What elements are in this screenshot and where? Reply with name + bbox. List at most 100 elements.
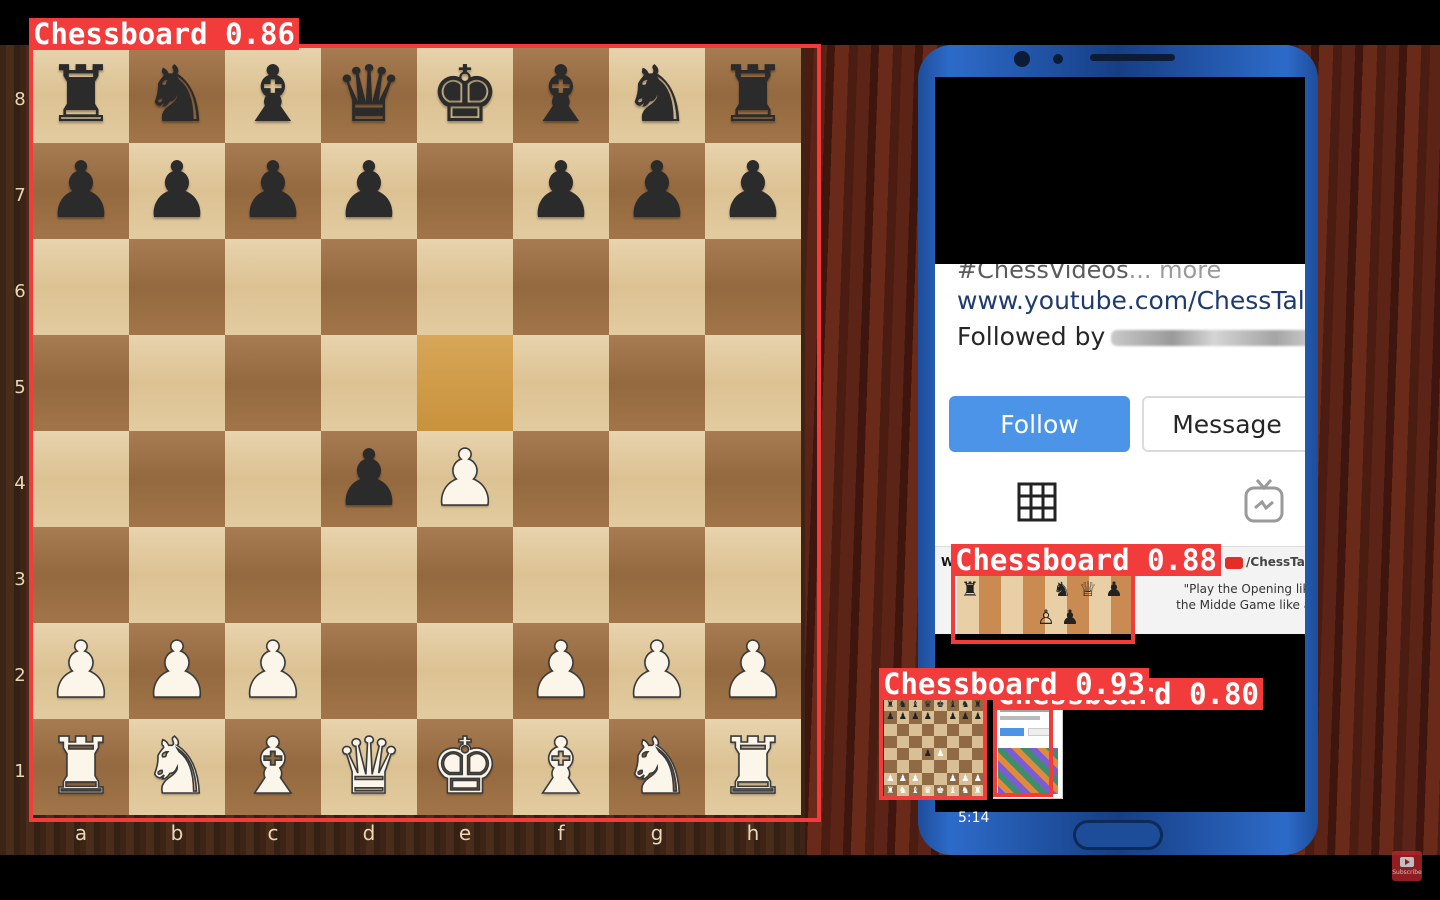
square-a8[interactable]: ♜ xyxy=(33,47,129,143)
square-e7[interactable] xyxy=(417,143,513,239)
white-rook-icon[interactable]: ♜ xyxy=(45,727,117,807)
square-b3[interactable] xyxy=(129,527,225,623)
white-queen-icon[interactable]: ♛ xyxy=(333,727,405,807)
black-pawn-icon[interactable]: ♟ xyxy=(334,152,404,230)
white-bishop-icon[interactable]: ♝ xyxy=(237,727,309,807)
black-rook-icon[interactable]: ♜ xyxy=(718,56,788,134)
white-pawn-icon[interactable]: ♟ xyxy=(525,631,597,711)
black-pawn-icon[interactable]: ♟ xyxy=(334,440,404,518)
square-g7[interactable]: ♟ xyxy=(609,143,705,239)
square-g2[interactable]: ♟ xyxy=(609,623,705,719)
square-g3[interactable] xyxy=(609,527,705,623)
square-b4[interactable] xyxy=(129,431,225,527)
square-g6[interactable] xyxy=(609,239,705,335)
grid-icon[interactable] xyxy=(1017,482,1057,522)
square-a6[interactable] xyxy=(33,239,129,335)
black-pawn-icon[interactable]: ♟ xyxy=(46,152,116,230)
black-bishop-icon[interactable]: ♝ xyxy=(238,56,308,134)
square-h8[interactable]: ♜ xyxy=(705,47,801,143)
white-pawn-icon[interactable]: ♟ xyxy=(621,631,693,711)
square-c6[interactable] xyxy=(225,239,321,335)
black-queen-icon[interactable]: ♛ xyxy=(334,56,404,134)
black-pawn-icon[interactable]: ♟ xyxy=(526,152,596,230)
square-e2[interactable] xyxy=(417,623,513,719)
igtv-icon[interactable] xyxy=(1243,478,1285,524)
square-d6[interactable] xyxy=(321,239,417,335)
square-a1[interactable]: ♜ xyxy=(33,719,129,815)
square-e1[interactable]: ♚ xyxy=(417,719,513,815)
square-a4[interactable] xyxy=(33,431,129,527)
black-bishop-icon[interactable]: ♝ xyxy=(526,56,596,134)
square-a3[interactable] xyxy=(33,527,129,623)
square-f2[interactable]: ♟ xyxy=(513,623,609,719)
square-h1[interactable]: ♜ xyxy=(705,719,801,815)
square-d7[interactable]: ♟ xyxy=(321,143,417,239)
square-e4[interactable]: ♟ xyxy=(417,431,513,527)
square-h6[interactable] xyxy=(705,239,801,335)
square-e3[interactable] xyxy=(417,527,513,623)
white-knight-icon[interactable]: ♞ xyxy=(141,727,213,807)
mini-chessboard-thumbnail[interactable]: ♜ ♞ ♝ ♛ ♚ ♝ ♞ ♜ ♟ ♟ ♟ ♟ ♟ ♟ ♟ ♟ ♟ ♟ ♟ ♟ ♟ ♟ ♟ ♜ ♞ ♝ ♛ ♚ ♝ ♞ ♜ xyxy=(884,699,984,797)
black-king-icon[interactable]: ♚ xyxy=(430,56,500,134)
square-h7[interactable]: ♟ xyxy=(705,143,801,239)
square-e8[interactable]: ♚ xyxy=(417,47,513,143)
black-pawn-icon[interactable]: ♟ xyxy=(622,152,692,230)
square-d3[interactable] xyxy=(321,527,417,623)
white-pawn-icon[interactable]: ♟ xyxy=(717,631,789,711)
white-pawn-icon[interactable]: ♟ xyxy=(237,631,309,711)
thumb-chessboard[interactable]: ♜ ♞ ♕ ♟ ♙ ♟ xyxy=(957,575,1133,634)
square-g4[interactable] xyxy=(609,431,705,527)
subscribe-button[interactable]: Subscribe xyxy=(1392,851,1422,881)
follow-button[interactable]: Follow xyxy=(949,396,1130,452)
bio-url[interactable]: www.youtube.com/ChessTalk xyxy=(957,286,1305,315)
square-g8[interactable]: ♞ xyxy=(609,47,705,143)
square-h5[interactable] xyxy=(705,335,801,431)
square-b6[interactable] xyxy=(129,239,225,335)
square-b5[interactable] xyxy=(129,335,225,431)
square-f7[interactable]: ♟ xyxy=(513,143,609,239)
square-a2[interactable]: ♟ xyxy=(33,623,129,719)
black-rook-icon[interactable]: ♜ xyxy=(46,56,116,134)
square-e6[interactable] xyxy=(417,239,513,335)
square-b1[interactable]: ♞ xyxy=(129,719,225,815)
square-d2[interactable] xyxy=(321,623,417,719)
square-d8[interactable]: ♛ xyxy=(321,47,417,143)
square-f1[interactable]: ♝ xyxy=(513,719,609,815)
more-link[interactable]: ... more xyxy=(1129,264,1222,284)
square-c1[interactable]: ♝ xyxy=(225,719,321,815)
square-g5[interactable] xyxy=(609,335,705,431)
square-f3[interactable] xyxy=(513,527,609,623)
square-b2[interactable]: ♟ xyxy=(129,623,225,719)
black-pawn-icon[interactable]: ♟ xyxy=(238,152,308,230)
square-c2[interactable]: ♟ xyxy=(225,623,321,719)
white-knight-icon[interactable]: ♞ xyxy=(621,727,693,807)
black-knight-icon[interactable]: ♞ xyxy=(142,56,212,134)
square-h4[interactable] xyxy=(705,431,801,527)
black-pawn-icon[interactable]: ♟ xyxy=(142,152,212,230)
square-c8[interactable]: ♝ xyxy=(225,47,321,143)
square-f4[interactable] xyxy=(513,431,609,527)
white-pawn-icon[interactable]: ♟ xyxy=(141,631,213,711)
square-c7[interactable]: ♟ xyxy=(225,143,321,239)
square-h3[interactable] xyxy=(705,527,801,623)
square-c3[interactable] xyxy=(225,527,321,623)
square-a7[interactable]: ♟ xyxy=(33,143,129,239)
square-a5[interactable] xyxy=(33,335,129,431)
white-pawn-icon[interactable]: ♟ xyxy=(429,439,501,519)
square-b7[interactable]: ♟ xyxy=(129,143,225,239)
square-c5[interactable] xyxy=(225,335,321,431)
black-knight-icon[interactable]: ♞ xyxy=(622,56,692,134)
black-pawn-icon[interactable]: ♟ xyxy=(718,152,788,230)
square-c4[interactable] xyxy=(225,431,321,527)
white-rook-icon[interactable]: ♜ xyxy=(717,727,789,807)
message-button[interactable]: Message xyxy=(1142,396,1305,452)
mini-profile-thumbnail[interactable] xyxy=(993,699,1063,799)
home-button[interactable] xyxy=(1073,820,1163,850)
white-bishop-icon[interactable]: ♝ xyxy=(525,727,597,807)
square-d1[interactable]: ♛ xyxy=(321,719,417,815)
square-g1[interactable]: ♞ xyxy=(609,719,705,815)
square-f6[interactable] xyxy=(513,239,609,335)
white-king-icon[interactable]: ♚ xyxy=(429,727,501,807)
square-f8[interactable]: ♝ xyxy=(513,47,609,143)
white-pawn-icon[interactable]: ♟ xyxy=(45,631,117,711)
